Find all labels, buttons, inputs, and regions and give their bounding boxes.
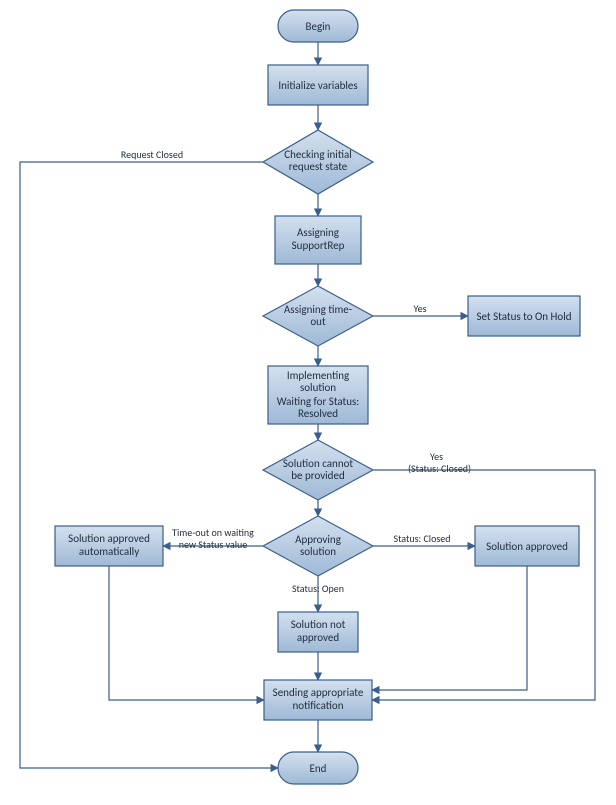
init-variables-box: Initialize variables <box>268 65 368 105</box>
impl-l2: solution <box>300 381 336 394</box>
check-initial-state-decision: Checking initial request state <box>263 130 373 194</box>
impl-l4: Resolved <box>298 407 338 420</box>
notapp-l1: Solution not <box>291 618 346 631</box>
notify-box: Sending appropriate notification <box>264 680 372 720</box>
assignrep-l2: SupportRep <box>292 239 345 252</box>
check-l2: request state <box>289 160 348 173</box>
set-onhold-box: Set Status to On Hold <box>468 296 580 336</box>
onhold-label: Set Status to On Hold <box>476 310 571 323</box>
approved-box: Solution approved <box>475 526 579 566</box>
begin-terminator: Begin <box>278 10 358 42</box>
end-label: End <box>310 762 327 775</box>
edge-auto-notify <box>109 566 264 700</box>
label-yes2b: (Status: Closed) <box>408 462 471 475</box>
label-request-closed: Request Closed <box>121 148 183 161</box>
label-timeoutwait2: new Status value <box>179 538 248 551</box>
assign-supportrep-box: Assigning SupportRep <box>275 216 361 264</box>
auto-l2: automatically <box>79 545 139 558</box>
edge-approved-notify <box>372 566 527 690</box>
init-label: Initialize variables <box>278 79 357 92</box>
approved-label: Solution approved <box>486 540 568 553</box>
label-yes1: Yes <box>413 302 426 315</box>
notapp-l2: approved <box>297 631 339 644</box>
cannot-l2: be provided <box>291 469 344 482</box>
notify-l2: notification <box>293 699 344 712</box>
notify-l1: Sending appropriate <box>273 686 364 699</box>
approve-l2: solution <box>300 545 336 558</box>
edge-check-end <box>20 162 278 768</box>
auto-approved-box: Solution approved automatically <box>55 526 163 566</box>
assignrep-l1: Assigning <box>297 226 339 239</box>
approving-decision: Approving solution <box>263 516 373 576</box>
cannot-provide-decision: Solution cannot be provided <box>263 440 373 500</box>
assign-timeout-decision: Assigning time- out <box>263 286 373 346</box>
edge-cannot-notify <box>372 470 595 700</box>
auto-l1: Solution approved <box>68 532 150 545</box>
label-status-open: Status: Open <box>292 582 344 595</box>
label-status-closed: Status: Closed <box>393 532 450 545</box>
not-approved-box: Solution not approved <box>278 612 358 652</box>
end-terminator: End <box>278 752 358 784</box>
implementing-box: Implementing solution Waiting for Status… <box>268 366 368 424</box>
begin-label: Begin <box>306 20 331 33</box>
timeout-l2: out <box>310 315 326 328</box>
